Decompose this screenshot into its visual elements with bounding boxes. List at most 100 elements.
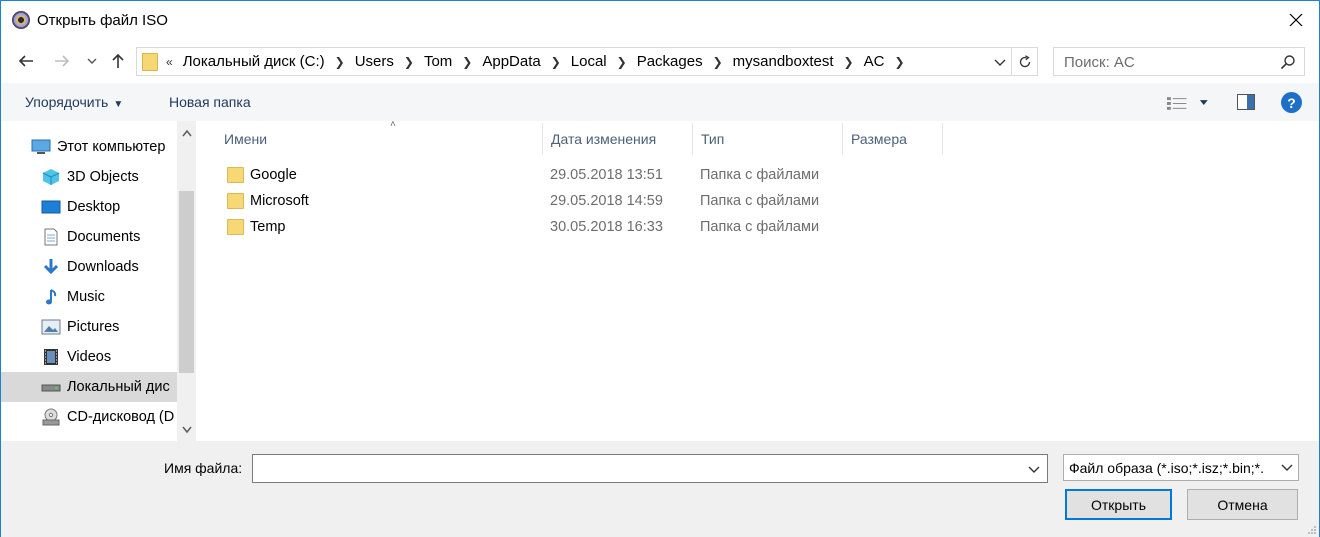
open-button-label: Открыть [1091,496,1146,513]
column-header-date[interactable]: Дата изменения [543,123,693,155]
breadcrumb-item[interactable]: AC [858,53,891,70]
close-button[interactable] [1273,1,1319,39]
breadcrumb-item[interactable]: Локальный диск (C:) [177,53,331,70]
chevron-right-icon[interactable]: ❯ [890,55,908,69]
column-header-type[interactable]: Тип [693,123,843,155]
filename-label: Имя файла: [164,460,243,476]
sidebar-item-this-pc[interactable]: Этот компьютер [1,132,177,162]
sidebar-scrollbar[interactable] [177,121,196,441]
file-name: Temp [250,219,286,235]
sidebar-item-label: 3D Objects [67,169,139,185]
chevron-down-icon [87,58,97,64]
close-icon [1289,13,1303,27]
column-header-size[interactable]: Размера [843,123,943,155]
address-bar[interactable]: « Локальный диск (C:) ❯ Users ❯ Tom ❯ AppDa… [136,47,1038,76]
open-button[interactable]: Открыть [1065,489,1172,520]
sidebar-item-label: Desktop [67,199,121,215]
column-header-name[interactable]: Имени ˄ [216,119,543,155]
cancel-button-label: Отмена [1217,496,1268,513]
filename-field[interactable] [252,454,1048,483]
videos-icon [41,348,61,366]
refresh-button[interactable] [1011,48,1037,75]
file-name: Microsoft [250,193,309,209]
chevron-right-icon[interactable]: ❯ [840,55,858,69]
sidebar-item-label: CD-дисковод (D [67,409,175,425]
sidebar-item-3d-objects[interactable]: 3D Objects [1,162,177,192]
navigation-bar: « Локальный диск (C:) ❯ Users ❯ Tom ❯ AppDa… [1,39,1319,83]
file-type-filter-value: Файл образа (*.iso;*.isz;*.bin;*. [1069,460,1264,476]
file-list: Имени ˄ Дата изменения Тип Размера Googl… [197,119,1319,441]
file-type: Папка с файлами [700,193,820,209]
chevron-down-icon[interactable] [1025,460,1043,478]
file-date: 30.05.2018 16:33 [550,219,663,235]
sidebar-item-cd-drive[interactable]: CD-дисковод (D [1,402,177,432]
breadcrumb-item[interactable]: Packages [631,53,709,70]
resize-grip-icon[interactable] [1307,525,1317,535]
scroll-down-arrow-icon[interactable] [177,420,196,439]
address-history-chevron-icon[interactable] [991,53,1009,71]
sidebar-item-label: Documents [67,229,141,245]
pictures-icon [41,318,61,336]
cd-drive-icon [41,408,61,426]
scrollbar-thumb[interactable] [179,191,194,373]
sidebar-item-music[interactable]: Music [1,282,177,312]
folder-icon [227,193,244,209]
up-button[interactable] [106,49,130,73]
organize-menu-button[interactable]: Упорядочить ▼ [25,94,123,110]
downloads-icon [41,258,61,276]
help-icon[interactable]: ? [1281,92,1302,113]
chevron-right-icon[interactable]: ❯ [547,55,565,69]
sidebar-item-label: Локальный дис [67,379,170,395]
preview-pane-icon[interactable] [1237,94,1255,110]
sidebar-item-label: Downloads [67,259,139,275]
breadcrumb-overflow[interactable]: « [166,55,173,69]
file-type-filter-select[interactable]: Файл образа (*.iso;*.isz;*.bin;*. [1063,454,1299,481]
desktop-icon [41,198,61,216]
breadcrumb-item[interactable]: Local [565,53,613,70]
change-view-button[interactable] [1166,94,1211,112]
title-bar: Открыть файл ISO [1,1,1319,39]
navigation-pane: Этот компьютер 3D Objects Desktop Docume… [1,121,197,441]
column-label: Дата изменения [551,131,657,147]
breadcrumb-item[interactable]: Tom [418,53,458,70]
forward-button[interactable] [50,49,74,73]
file-row[interactable]: Google 29.05.2018 13:51 Папка с файлами [217,162,857,188]
dialog-footer: Имя файла: Файл образа (*.iso;*.isz;*.bi… [1,441,1319,537]
chevron-right-icon[interactable]: ❯ [709,55,727,69]
file-date: 29.05.2018 13:51 [550,167,663,183]
new-folder-button[interactable]: Новая папка [169,94,251,110]
cancel-button[interactable]: Отмена [1187,489,1298,520]
sidebar-item-pictures[interactable]: Pictures [1,312,177,342]
documents-icon [41,228,61,246]
recent-locations-button[interactable] [81,49,103,73]
refresh-icon [1019,54,1030,67]
file-type: Папка с файлами [700,219,820,235]
sidebar-item-documents[interactable]: Documents [1,222,177,252]
3d-objects-icon [41,168,61,186]
scroll-up-arrow-icon[interactable] [177,123,196,142]
file-row[interactable]: Temp 30.05.2018 16:33 Папка с файлами [217,214,857,240]
search-input[interactable]: Поиск: AC [1053,47,1305,76]
chevron-right-icon[interactable]: ❯ [400,55,418,69]
file-name: Google [250,167,297,183]
sidebar-item-desktop[interactable]: Desktop [1,192,177,222]
sidebar-item-videos[interactable]: Videos [1,342,177,372]
local-disk-icon [41,378,61,396]
open-file-dialog: Открыть файл ISO « Локальный диск (C:) ❯ … [0,0,1320,537]
sidebar-item-label: Этот компьютер [57,139,166,155]
music-icon [41,288,61,306]
file-type: Папка с файлами [700,167,820,183]
search-placeholder: Поиск: AC [1064,54,1135,71]
breadcrumb-item[interactable]: mysandboxtest [727,53,840,70]
chevron-right-icon[interactable]: ❯ [613,55,631,69]
breadcrumb-item[interactable]: AppData [476,53,546,70]
chevron-right-icon[interactable]: ❯ [458,55,476,69]
chevron-right-icon[interactable]: ❯ [331,55,349,69]
sidebar-item-label: Music [67,289,105,305]
chevron-down-icon [1280,460,1294,474]
sidebar-item-downloads[interactable]: Downloads [1,252,177,282]
file-row[interactable]: Microsoft 29.05.2018 14:59 Папка с файла… [217,188,857,214]
sidebar-item-local-disk[interactable]: Локальный дис [1,372,177,402]
back-button[interactable] [14,49,38,73]
breadcrumb-item[interactable]: Users [349,53,400,70]
